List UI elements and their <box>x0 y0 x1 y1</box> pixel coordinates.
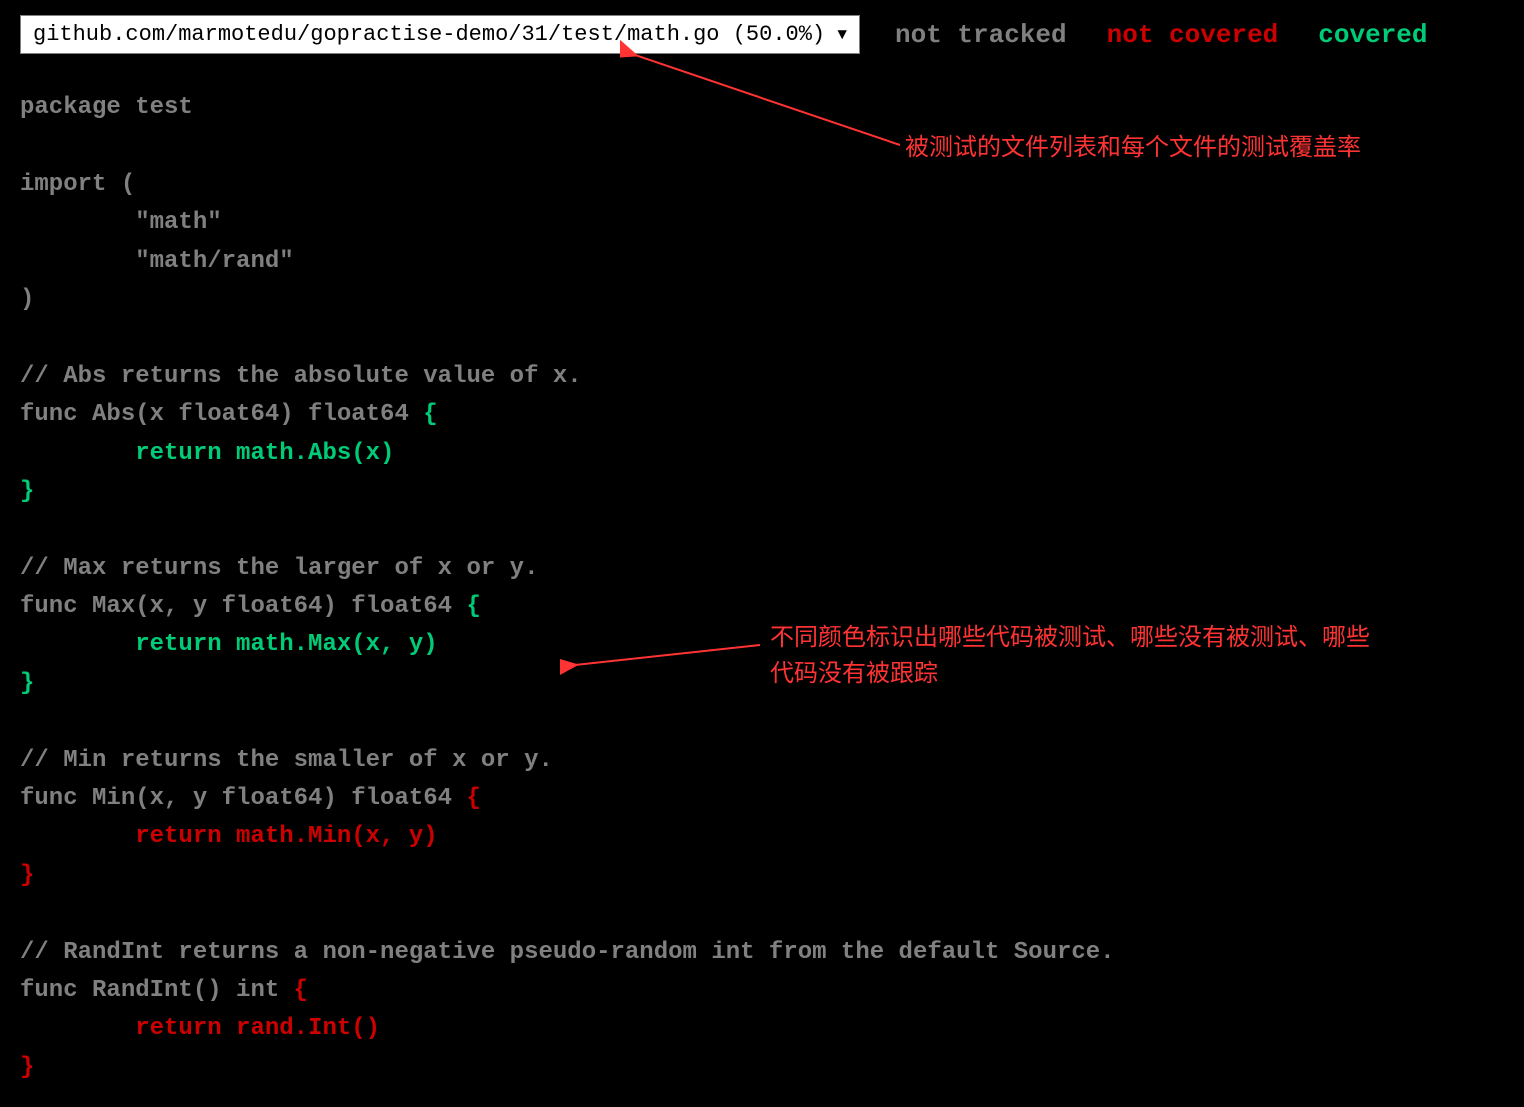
code-line <box>20 703 1504 741</box>
code-line: return math.Abs(x) <box>20 435 1504 473</box>
code-line: return rand.Int() <box>20 1010 1504 1048</box>
code-line: func Abs(x float64) float64 { <box>20 396 1504 434</box>
header-bar: github.com/marmotedu/gopractise-demo/31/… <box>0 0 1524 69</box>
code-line: import ( <box>20 166 1504 204</box>
code-line: } <box>20 1049 1504 1087</box>
file-select-dropdown[interactable]: github.com/marmotedu/gopractise-demo/31/… <box>20 15 860 54</box>
code-line: } <box>20 473 1504 511</box>
code-line: } <box>20 857 1504 895</box>
legend: not tracked not covered covered <box>895 20 1428 50</box>
code-line: return math.Min(x, y) <box>20 818 1504 856</box>
code-line: "math" <box>20 204 1504 242</box>
annotation-color-meaning: 不同颜色标识出哪些代码被测试、哪些没有被测试、哪些代码没有被跟踪 <box>770 620 1390 692</box>
chevron-down-icon: ▼ <box>837 26 847 44</box>
file-select-label: github.com/marmotedu/gopractise-demo/31/… <box>33 22 825 47</box>
code-line: func RandInt() int { <box>20 972 1504 1010</box>
code-line: // Max returns the larger of x or y. <box>20 550 1504 588</box>
code-line <box>20 319 1504 357</box>
code-line <box>20 895 1504 933</box>
legend-covered: covered <box>1318 20 1427 50</box>
code-line: ) <box>20 281 1504 319</box>
legend-not-tracked: not tracked <box>895 20 1067 50</box>
code-line <box>20 511 1504 549</box>
code-line: // RandInt returns a non-negative pseudo… <box>20 934 1504 972</box>
legend-not-covered: not covered <box>1107 20 1279 50</box>
code-line: package test <box>20 89 1504 127</box>
code-area: package test import ( "math" "math/rand"… <box>0 69 1524 1107</box>
code-line: func Min(x, y float64) float64 { <box>20 780 1504 818</box>
annotation-file-list: 被测试的文件列表和每个文件的测试覆盖率 <box>905 130 1361 166</box>
code-line: "math/rand" <box>20 243 1504 281</box>
code-line: // Min returns the smaller of x or y. <box>20 742 1504 780</box>
code-line: // Abs returns the absolute value of x. <box>20 358 1504 396</box>
